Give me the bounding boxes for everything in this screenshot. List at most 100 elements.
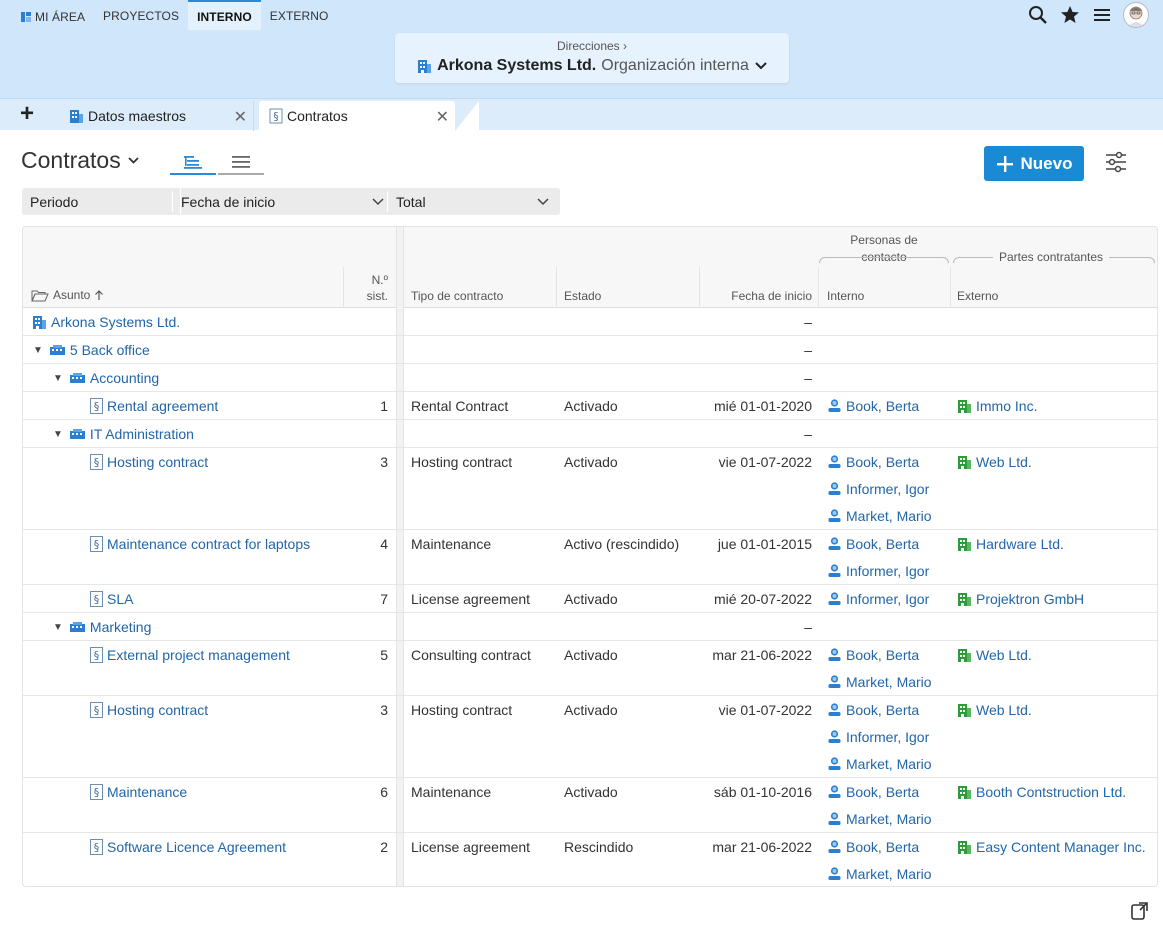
person-icon <box>828 648 841 661</box>
row-subject[interactable]: § Maintenance <box>90 784 187 800</box>
table-row[interactable]: § Maintenance contract for laptops 4 Mainte… <box>23 530 1157 585</box>
table-row[interactable]: Arkona Systems Ltd. – <box>23 308 1157 336</box>
row-subject-label: Marketing <box>89 619 152 635</box>
company-icon <box>958 648 971 662</box>
contact-person-link[interactable]: Book, Berta <box>827 392 919 419</box>
star-icon[interactable] <box>1059 2 1081 28</box>
contact-person-link[interactable]: Market, Mario <box>827 860 932 886</box>
table-row[interactable]: § Maintenance 6 Maintenance Activado sáb 01-1… <box>23 778 1157 833</box>
contact-person-link[interactable]: Informer, Igor <box>827 557 929 584</box>
export-icon[interactable] <box>1129 900 1151 922</box>
table-row[interactable]: § SLA 7 License agreement Activado mié 20-07-… <box>23 585 1157 613</box>
row-external-party[interactable]: Immo Inc. <box>957 398 1037 414</box>
tab-contratos[interactable]: § Contratos ✕ <box>259 101 455 131</box>
row-external-party[interactable]: Web Ltd. <box>957 647 1032 663</box>
chevron-down-icon[interactable] <box>754 61 768 71</box>
table-row[interactable]: ▼ 5 Back office – <box>23 336 1157 364</box>
row-external-party[interactable]: Hardware Ltd. <box>957 536 1064 552</box>
table-row[interactable]: ▼ Marketing – <box>23 613 1157 641</box>
menu-icon[interactable] <box>1091 2 1113 28</box>
contracts-table: Asunto N.º sist. Tipo de contracto Estad… <box>22 226 1158 887</box>
row-subject[interactable]: § Rental agreement <box>90 398 218 414</box>
header-externo[interactable]: Externo <box>957 289 998 303</box>
row-subject[interactable]: § Maintenance contract for laptops <box>90 536 310 552</box>
contact-person-link[interactable]: Informer, Igor <box>827 723 932 750</box>
contact-person-link[interactable]: Book, Berta <box>827 530 929 557</box>
contact-person-link[interactable]: Book, Berta <box>827 696 932 723</box>
row-subject[interactable]: ▼ 5 Back office <box>33 342 150 358</box>
new-button[interactable]: Nuevo <box>984 146 1084 181</box>
close-icon[interactable]: ✕ <box>234 107 247 127</box>
row-number: 6 <box>380 784 388 800</box>
row-internal-contacts: Informer, Igor <box>827 585 929 612</box>
table-row[interactable]: § External project management 5 Consulting … <box>23 641 1157 696</box>
table-row[interactable]: ▼ IT Administration – <box>23 420 1157 448</box>
row-subject-label: Hosting contract <box>107 454 209 470</box>
header-interno[interactable]: Interno <box>827 289 864 303</box>
table-row[interactable]: § Rental agreement 1 Rental Contract Activad… <box>23 392 1157 420</box>
table-row[interactable]: ▼ Accounting – <box>23 364 1157 392</box>
row-external-party[interactable]: Booth Contstruction Ltd. <box>957 784 1126 800</box>
row-subject[interactable]: ▼ IT Administration <box>53 426 194 442</box>
nav-interno[interactable]: INTERNO <box>188 0 261 30</box>
row-subject[interactable]: § External project management <box>90 647 290 663</box>
page-title[interactable]: Contratos <box>21 147 140 174</box>
add-tab-button[interactable]: + <box>20 102 40 126</box>
filter-total-select[interactable]: Total <box>396 188 550 215</box>
person-icon <box>828 509 841 522</box>
contact-person-link[interactable]: Market, Mario <box>827 502 932 529</box>
contact-person-link[interactable]: Book, Berta <box>827 448 932 475</box>
contact-person-link[interactable]: Book, Berta <box>827 778 932 805</box>
contact-person-link[interactable]: Market, Mario <box>827 750 932 777</box>
header-tipo[interactable]: Tipo de contracto <box>411 289 503 303</box>
row-start-date: mar 21-06-2022 <box>712 839 812 855</box>
row-subject[interactable]: § SLA <box>90 591 133 607</box>
collapse-triangle-icon[interactable]: ▼ <box>33 345 43 356</box>
header-asunto[interactable]: Asunto <box>31 288 104 302</box>
external-party-name: Easy Content Manager Inc. <box>976 839 1146 855</box>
nav-mi-area[interactable]: MI ÁREA <box>20 8 94 30</box>
contact-person-link[interactable]: Market, Mario <box>827 668 932 695</box>
list-view-button[interactable] <box>218 150 264 175</box>
contact-person-link[interactable]: Book, Berta <box>827 641 932 668</box>
row-external-party[interactable]: Web Ltd. <box>957 702 1032 718</box>
row-subject[interactable]: § Software Licence Agreement <box>90 839 286 855</box>
table-row[interactable]: § Hosting contract 3 Hosting contract Activa… <box>23 696 1157 778</box>
context-breadcrumb[interactable]: Direcciones › <box>395 39 789 53</box>
contact-person-link[interactable]: Book, Berta <box>827 833 932 860</box>
row-subject[interactable]: § Hosting contract <box>90 454 208 470</box>
search-icon[interactable] <box>1027 2 1049 28</box>
header-fecha[interactable]: Fecha de inicio <box>672 289 812 303</box>
nav-externo[interactable]: EXTERNO <box>261 8 338 30</box>
row-subject[interactable]: § Hosting contract <box>90 702 208 718</box>
row-subject[interactable]: Arkona Systems Ltd. <box>31 314 180 330</box>
context-selector[interactable]: Direcciones › Arkona Systems Ltd. Organi… <box>395 33 789 83</box>
user-avatar[interactable] <box>1123 2 1149 28</box>
row-subject-label: Software Licence Agreement <box>107 839 286 855</box>
contact-person-link[interactable]: Market, Mario <box>827 805 932 832</box>
close-icon[interactable]: ✕ <box>436 107 449 127</box>
row-subject[interactable]: ▼ Marketing <box>53 619 151 635</box>
collapse-triangle-icon[interactable]: ▼ <box>53 429 63 440</box>
collapse-triangle-icon[interactable]: ▼ <box>53 373 63 384</box>
contact-person-link[interactable]: Informer, Igor <box>827 475 932 502</box>
context-org-type: Organización interna <box>601 57 749 74</box>
nav-proyectos[interactable]: PROYECTOS <box>94 8 188 30</box>
table-row[interactable]: § Hosting contract 3 Hosting contract Activa… <box>23 448 1157 530</box>
settings-button[interactable] <box>1104 150 1128 176</box>
row-external-party[interactable]: Easy Content Manager Inc. <box>957 839 1146 855</box>
filter-fecha-select[interactable]: Fecha de inicio <box>180 188 385 215</box>
collapse-triangle-icon[interactable]: ▼ <box>53 622 63 633</box>
row-external-party[interactable]: Web Ltd. <box>957 454 1032 470</box>
header-estado[interactable]: Estado <box>564 289 601 303</box>
row-external-party[interactable]: Projektron GmbH <box>957 591 1084 607</box>
row-subject-label: Rental agreement <box>107 398 219 414</box>
row-internal-contacts: Book, Berta Market, Mario <box>827 778 932 832</box>
contact-person-name: Market, Mario <box>846 865 932 882</box>
table-row[interactable]: § Software Licence Agreement 2 License agre… <box>23 833 1157 886</box>
row-subject[interactable]: ▼ Accounting <box>53 370 159 386</box>
tab-datos-maestros[interactable]: Datos maestros ✕ <box>58 101 254 131</box>
contact-person-link[interactable]: Informer, Igor <box>827 585 929 612</box>
tree-view-button[interactable] <box>170 150 216 175</box>
chevron-down-icon[interactable] <box>127 156 140 165</box>
